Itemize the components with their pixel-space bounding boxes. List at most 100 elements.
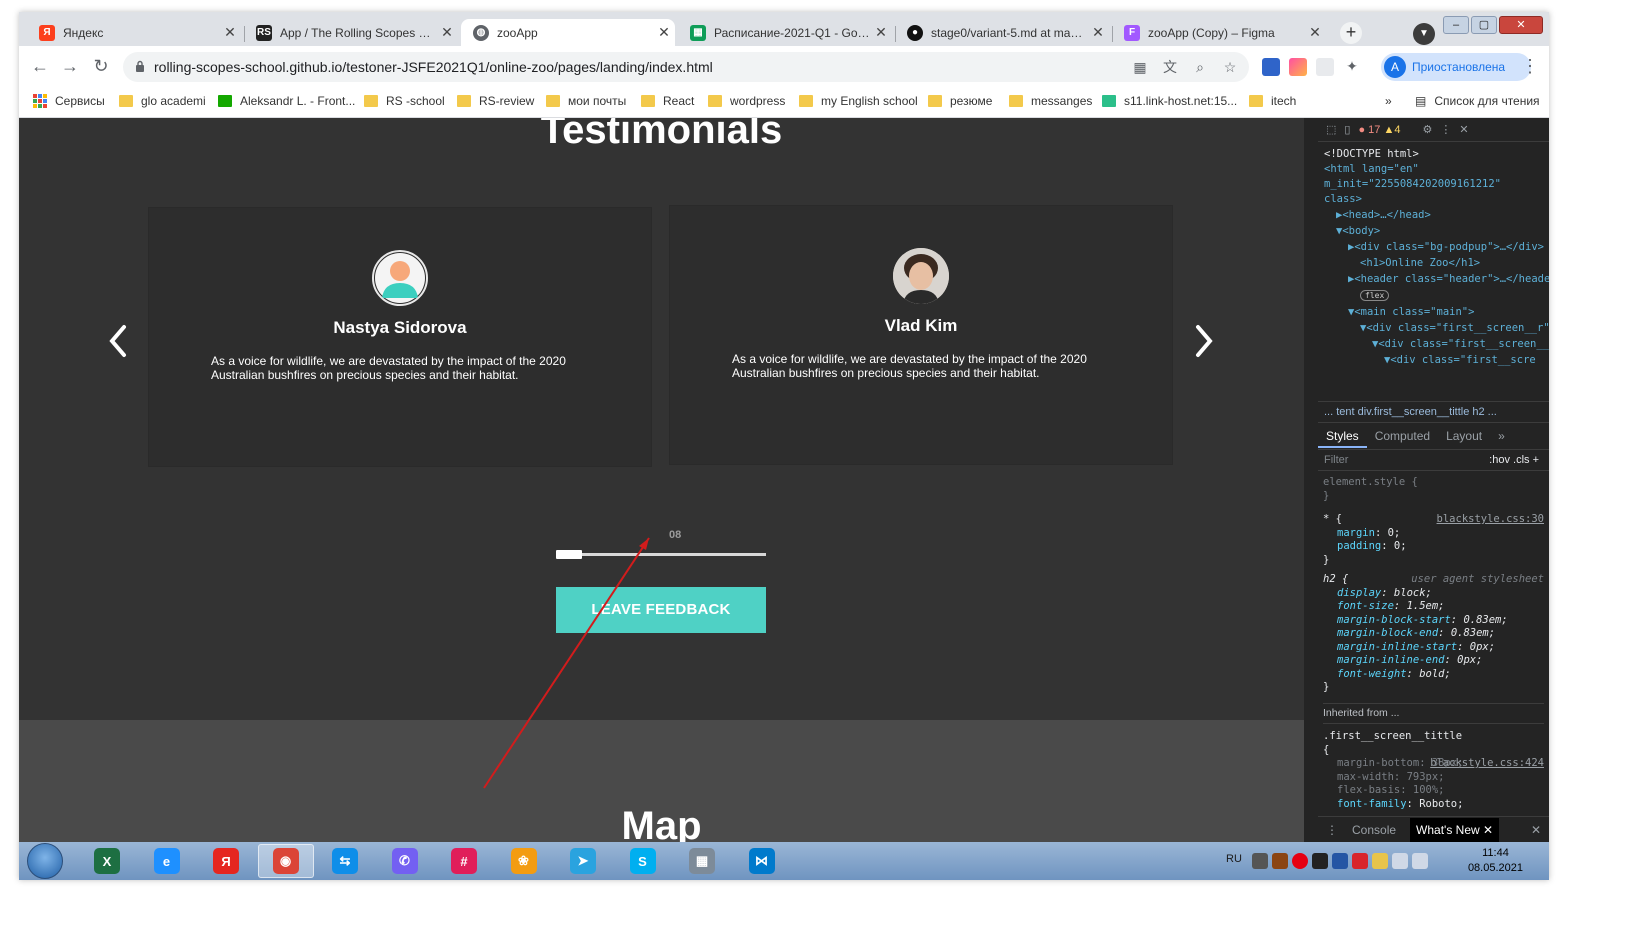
styles-filter[interactable]: Filter :hov .cls + bbox=[1318, 449, 1549, 471]
taskbar-internet-explorer[interactable]: e bbox=[139, 844, 195, 878]
zoom-icon[interactable]: ⌕ bbox=[1191, 58, 1209, 76]
volume-icon[interactable] bbox=[1392, 853, 1408, 869]
bookmark-item[interactable]: RS-review bbox=[457, 94, 534, 108]
devtools-panel: ⬚ ▯ ● 17 ▲4 ⚙ ⋮ ✕ <!DOCTYPE html> <html … bbox=[1304, 118, 1549, 842]
window-close-icon[interactable]: ✕ bbox=[1499, 16, 1543, 34]
taskbar-chrome[interactable]: ◉ bbox=[257, 844, 314, 878]
maximize-icon[interactable]: ▢ bbox=[1471, 16, 1497, 34]
taskbar-yandex-browser[interactable]: Я bbox=[198, 844, 254, 878]
tab-figma[interactable]: F zooApp (Copy) – Figma ✕ bbox=[1112, 19, 1326, 46]
bookmark-apps[interactable]: Сервисы bbox=[33, 94, 105, 108]
menu-dots-icon[interactable]: ⋮ bbox=[1521, 56, 1539, 77]
tray-icon[interactable] bbox=[1252, 853, 1268, 869]
extension-v-icon[interactable] bbox=[1262, 58, 1280, 76]
taskbar-viber[interactable]: ✆ bbox=[377, 844, 433, 878]
chevron-right-icon[interactable] bbox=[1191, 323, 1217, 359]
tabs-more-icon[interactable]: » bbox=[1490, 424, 1513, 448]
extension-grey-icon[interactable] bbox=[1316, 58, 1334, 76]
breadcrumb[interactable]: ... tent div.first__screen__tittle h2 ..… bbox=[1318, 401, 1549, 423]
tray-icon[interactable] bbox=[1272, 853, 1288, 869]
warning-count[interactable]: ▲4 bbox=[1383, 124, 1400, 136]
taskbar-vscode[interactable]: ⋈ bbox=[734, 844, 790, 878]
taskbar-telegram[interactable]: ➤ bbox=[555, 844, 611, 878]
minimize-icon[interactable]: – bbox=[1443, 16, 1469, 34]
new-tab-plus-icon[interactable]: + bbox=[1340, 22, 1362, 44]
tab-layout[interactable]: Layout bbox=[1438, 424, 1490, 448]
tab-console[interactable]: Console bbox=[1352, 823, 1396, 837]
extension-color-icon[interactable] bbox=[1289, 58, 1307, 76]
bookmark-item[interactable]: my English school bbox=[799, 94, 918, 108]
reading-list[interactable]: ▤ Список для чтения bbox=[1415, 94, 1540, 108]
language-indicator[interactable]: RU bbox=[1226, 853, 1242, 865]
bookmark-item[interactable]: React bbox=[641, 94, 694, 108]
taskbar-fish-app[interactable]: ❀ bbox=[496, 844, 552, 878]
close-icon[interactable]: ✕ bbox=[653, 24, 675, 41]
page-viewport: Testimonials Nastya Sidorova As a voice … bbox=[19, 118, 1304, 842]
network-icon[interactable] bbox=[1412, 853, 1428, 869]
clock[interactable]: 11:44 08.05.2021 bbox=[1468, 846, 1523, 876]
tab-yandex[interactable]: Я Яндекс ✕ bbox=[27, 19, 241, 46]
taskbar-excel[interactable]: X bbox=[79, 844, 135, 878]
close-icon[interactable]: ✕ bbox=[1087, 24, 1109, 41]
folder-icon bbox=[546, 95, 560, 107]
bookmark-item[interactable]: Aleksandr L. - Front... bbox=[218, 94, 355, 108]
extensions-puzzle-icon[interactable]: ✦ bbox=[1343, 58, 1361, 76]
more-icon[interactable]: ⋮ bbox=[1440, 123, 1451, 136]
close-icon[interactable]: ✕ bbox=[870, 24, 892, 41]
testimonial-text: As a voice for wildlife, we are devastat… bbox=[211, 354, 566, 382]
tray-icon[interactable] bbox=[1312, 853, 1328, 869]
tray-icon[interactable] bbox=[1372, 853, 1388, 869]
bookmark-item[interactable]: glo academi bbox=[119, 94, 206, 108]
leave-feedback-button[interactable]: LEAVE FEEDBACK bbox=[556, 587, 766, 633]
opera-icon[interactable] bbox=[1292, 853, 1308, 869]
bookmark-item[interactable]: messanges bbox=[1009, 94, 1092, 108]
tab-styles[interactable]: Styles bbox=[1318, 424, 1367, 448]
bookmark-item[interactable]: мои почты bbox=[546, 94, 626, 108]
bookmark-item[interactable]: резюме bbox=[928, 94, 992, 108]
back-arrow-icon[interactable]: ← bbox=[29, 56, 51, 78]
taskbar-slack[interactable]: # bbox=[436, 844, 492, 878]
tray-icon[interactable] bbox=[1352, 853, 1368, 869]
reload-icon[interactable]: ↻ bbox=[90, 56, 112, 78]
bookmark-item[interactable]: wordpress bbox=[708, 94, 785, 108]
close-icon[interactable]: ✕ bbox=[1304, 24, 1326, 41]
chevron-left-icon[interactable] bbox=[105, 323, 131, 359]
slider-track[interactable] bbox=[556, 553, 766, 556]
address-bar[interactable]: rolling-scopes-school.github.io/testoner… bbox=[123, 52, 1249, 82]
tab-label: stage0/variant-5.md at master bbox=[931, 25, 1087, 40]
tray-icon[interactable] bbox=[1332, 853, 1348, 869]
forward-arrow-icon[interactable]: → bbox=[59, 56, 81, 78]
dom-tree[interactable]: <!DOCTYPE html> <html lang="en" m_init="… bbox=[1318, 142, 1549, 368]
profile-button[interactable]: A Приостановлена bbox=[1381, 53, 1531, 81]
slider-thumb[interactable] bbox=[556, 550, 582, 559]
bookmark-item[interactable]: itech bbox=[1249, 94, 1296, 108]
folder-icon bbox=[799, 95, 813, 107]
bookmark-star-icon[interactable]: ☆ bbox=[1221, 58, 1239, 76]
tab-whats-new[interactable]: What's New ✕ bbox=[1410, 817, 1500, 842]
close-icon[interactable]: ✕ bbox=[1531, 823, 1541, 837]
taskbar-calculator[interactable]: ▦ bbox=[674, 844, 730, 878]
bookmark-item[interactable]: RS -school bbox=[364, 94, 445, 108]
gear-icon[interactable]: ⚙ bbox=[1423, 123, 1433, 136]
tab-rs-school[interactable]: RS App / The Rolling Scopes School ✕ bbox=[244, 19, 458, 46]
url-text[interactable]: rolling-scopes-school.github.io/testoner… bbox=[154, 59, 713, 75]
tab-google-sheets[interactable]: ▦ Расписание-2021-Q1 - Google ✕ bbox=[678, 19, 892, 46]
device-toggle-icon[interactable]: ▯ bbox=[1344, 123, 1350, 136]
bookmark-item[interactable]: s11.link-host.net:15... bbox=[1102, 94, 1237, 108]
start-button[interactable] bbox=[27, 843, 63, 879]
drawer-menu-icon[interactable]: ⋮ bbox=[1326, 823, 1338, 837]
taskbar-skype[interactable]: S bbox=[615, 844, 671, 878]
error-count[interactable]: ● 17 bbox=[1358, 124, 1380, 136]
close-icon[interactable]: ✕ bbox=[436, 24, 458, 41]
inspect-icon[interactable]: ⬚ bbox=[1326, 123, 1336, 136]
tab-zooapp[interactable]: ◍ zooApp ✕ bbox=[461, 19, 675, 46]
tab-computed[interactable]: Computed bbox=[1367, 424, 1438, 448]
more-bookmarks-icon[interactable]: » bbox=[1385, 94, 1392, 108]
tab-github[interactable]: ● stage0/variant-5.md at master ✕ bbox=[895, 19, 1109, 46]
taskbar-teamviewer[interactable]: ⇆ bbox=[317, 844, 373, 878]
tab-search-icon[interactable]: ▼ bbox=[1413, 23, 1435, 45]
close-icon[interactable]: ✕ bbox=[1459, 123, 1468, 136]
translate-icon[interactable]: 文 bbox=[1161, 58, 1179, 76]
qr-code-icon[interactable]: ▦ bbox=[1131, 58, 1149, 76]
close-icon[interactable]: ✕ bbox=[219, 24, 241, 41]
